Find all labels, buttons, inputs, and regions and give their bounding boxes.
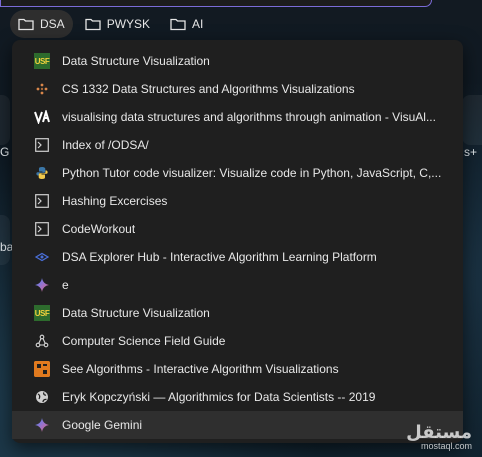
- shortcut-tile[interactable]: [462, 95, 482, 145]
- python-icon: [34, 165, 50, 181]
- bookmark-label: Computer Science Field Guide: [62, 334, 226, 348]
- folder-icon: [170, 18, 186, 31]
- csfg-icon: [34, 333, 50, 349]
- terminal-icon: [34, 193, 50, 209]
- terminal-icon: [34, 221, 50, 237]
- bookmark-item[interactable]: Index of /ODSA/: [12, 131, 463, 159]
- gemini-icon: [34, 277, 50, 293]
- bookmark-label: Index of /ODSA/: [62, 138, 149, 152]
- bookmark-item[interactable]: USF Data Structure Visualization: [12, 299, 463, 327]
- shortcut-tile[interactable]: [0, 95, 10, 145]
- bookmark-item[interactable]: Google Gemini: [12, 411, 463, 439]
- dots-icon: [34, 81, 50, 97]
- shortcut-label: s+: [464, 145, 478, 159]
- usf-icon: USF: [34, 53, 50, 69]
- bookmark-item[interactable]: CS 1332 Data Structures and Algorithms V…: [12, 75, 463, 103]
- bookmark-label: Eryk Kopczyński — Algorithmics for Data …: [62, 390, 376, 404]
- bookmark-item[interactable]: Eryk Kopczyński — Algorithmics for Data …: [12, 383, 463, 411]
- bookmark-item[interactable]: visualising data structures and algorith…: [12, 103, 463, 131]
- bookmark-item[interactable]: See Algorithms - Interactive Algorithm V…: [12, 355, 463, 383]
- terminal-icon: [34, 137, 50, 153]
- usf-icon: USF: [34, 305, 50, 321]
- watermark-arabic: مستقل: [406, 422, 472, 442]
- bookmark-label: Data Structure Visualization: [62, 306, 210, 320]
- bookmark-label: Python Tutor code visualizer: Visualize …: [62, 166, 442, 180]
- bookmark-item[interactable]: DSA Explorer Hub - Interactive Algorithm…: [12, 243, 463, 271]
- bookmark-label: See Algorithms - Interactive Algorithm V…: [62, 362, 339, 376]
- bookmark-folder-pwysk[interactable]: PWYSK: [77, 10, 158, 38]
- globe-icon: [34, 389, 50, 405]
- bookmarks-bar: DSA PWYSK AI: [0, 8, 482, 40]
- watermark-latin: mostaql.com: [420, 441, 472, 451]
- bookmark-item[interactable]: USF Data Structure Visualization: [12, 47, 463, 75]
- bookmark-item[interactable]: CodeWorkout: [12, 215, 463, 243]
- bookmark-folder-label: PWYSK: [106, 17, 151, 31]
- bookmark-folder-dsa[interactable]: DSA: [10, 10, 73, 38]
- bookmark-item[interactable]: e: [12, 271, 463, 299]
- bookmark-label: Google Gemini: [62, 418, 143, 432]
- bookmark-item[interactable]: Python Tutor code visualizer: Visualize …: [12, 159, 463, 187]
- address-bar[interactable]: [0, 0, 432, 7]
- watermark: مستقل mostaql.com: [406, 423, 472, 451]
- bookmark-label: Data Structure Visualization: [62, 54, 210, 68]
- bookmark-item[interactable]: Hashing Excercises: [12, 187, 463, 215]
- bookmark-label: CS 1332 Data Structures and Algorithms V…: [62, 82, 355, 96]
- bookmark-label: e: [62, 278, 69, 292]
- bookmark-label: CodeWorkout: [62, 222, 136, 236]
- folder-icon: [18, 18, 34, 31]
- explorer-icon: [34, 249, 50, 265]
- bookmark-label: DSA Explorer Hub - Interactive Algorithm…: [62, 250, 377, 264]
- bookmark-folder-label: AI: [192, 17, 204, 31]
- visualgo-icon: [34, 109, 50, 125]
- folder-icon: [85, 18, 101, 31]
- bookmark-label: Hashing Excercises: [62, 194, 168, 208]
- bookmark-item[interactable]: Computer Science Field Guide: [12, 327, 463, 355]
- bookmark-label: visualising data structures and algorith…: [62, 110, 436, 124]
- bookmark-folder-label: DSA: [40, 17, 65, 31]
- bookmark-folder-ai[interactable]: AI: [162, 10, 211, 38]
- bookmark-folder-menu: USF Data Structure Visualization CS 1332…: [12, 40, 463, 443]
- gemini-icon: [34, 417, 50, 433]
- see-algorithms-icon: [34, 361, 50, 377]
